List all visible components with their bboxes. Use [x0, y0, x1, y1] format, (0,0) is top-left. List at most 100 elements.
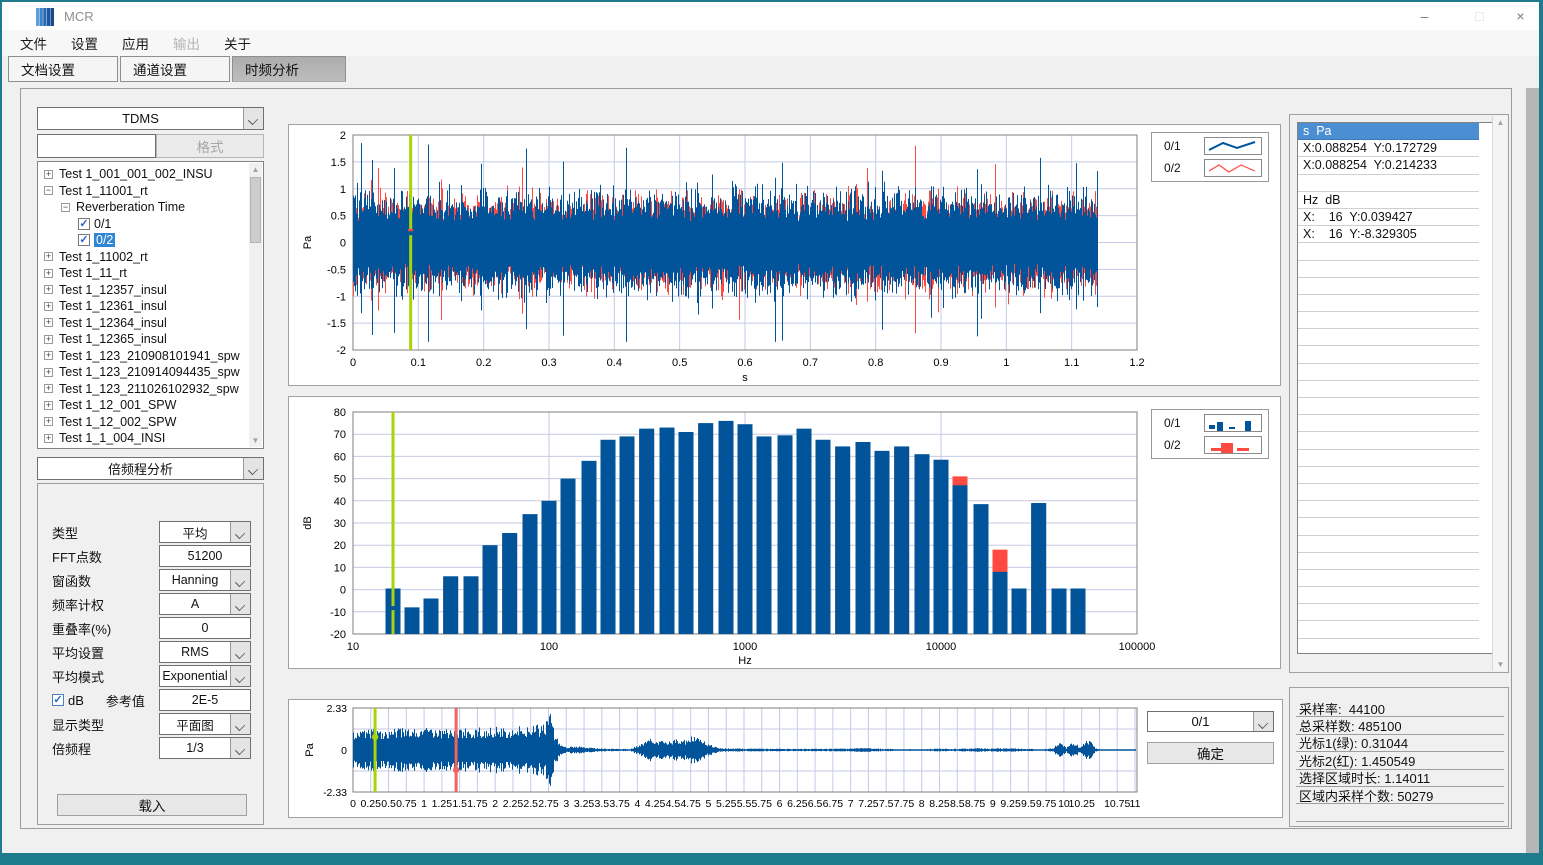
tree-item[interactable]: +Test 1_001_001_002_INSU: [44, 166, 263, 183]
tree-item[interactable]: ✓0/2: [44, 232, 263, 249]
form-select-3[interactable]: A: [159, 593, 251, 615]
scroll-down-icon[interactable]: ▼: [249, 434, 262, 447]
tree-item[interactable]: +Test 1_12361_insul: [44, 298, 263, 315]
chevron-down-icon[interactable]: [230, 714, 250, 734]
menu-item-2[interactable]: 应用: [110, 29, 161, 57]
readout-row[interactable]: [1298, 329, 1479, 346]
tree-item[interactable]: +Test 1_12_002_SPW: [44, 414, 263, 431]
overview-channel-select[interactable]: 0/1: [1147, 711, 1274, 732]
channel-checkbox[interactable]: ✓: [78, 218, 90, 230]
form-select-2[interactable]: Hanning: [159, 569, 251, 591]
readout-row[interactable]: [1298, 621, 1479, 638]
db-checkbox[interactable]: ✓: [52, 694, 64, 706]
legend-item[interactable]: 0/1: [1152, 135, 1268, 157]
readout-row[interactable]: X:0.088254 Y:0.172729: [1298, 140, 1479, 157]
scroll-down-icon[interactable]: ▼: [1493, 658, 1508, 671]
readout-row[interactable]: [1298, 243, 1479, 260]
readout-row[interactable]: [1298, 467, 1479, 484]
tree-item[interactable]: −Test 1_11001_rt: [44, 183, 263, 200]
tree-item[interactable]: +Test 1_1_004_INSI: [44, 430, 263, 447]
readout-row[interactable]: [1298, 295, 1479, 312]
expand-icon[interactable]: +: [44, 170, 53, 179]
octave-spectrum-chart[interactable]: 80706050403020100-10-2010100100010000100…: [289, 397, 1282, 670]
readout-row[interactable]: [1298, 175, 1479, 192]
chevron-down-icon[interactable]: [230, 570, 250, 590]
expand-icon[interactable]: +: [44, 318, 53, 327]
readout-row[interactable]: [1298, 312, 1479, 329]
readout-row[interactable]: [1298, 536, 1479, 553]
readout-row[interactable]: [1298, 415, 1479, 432]
tree-item[interactable]: −Reverberation Time: [44, 199, 263, 216]
form-input-1[interactable]: 51200: [159, 545, 251, 567]
file-format-select[interactable]: TDMS: [37, 107, 264, 130]
readout-row[interactable]: X: 16 Y:0.039427: [1298, 209, 1479, 226]
readout-row[interactable]: X:0.088254 Y:0.214233: [1298, 157, 1479, 174]
readout-row[interactable]: [1298, 484, 1479, 501]
readout-row[interactable]: [1298, 501, 1479, 518]
expand-icon[interactable]: +: [44, 368, 53, 377]
filter-input[interactable]: [37, 134, 156, 158]
readout-row[interactable]: Hz dB: [1298, 192, 1479, 209]
tab-通道设置[interactable]: 通道设置: [120, 56, 230, 82]
readout-row[interactable]: X: 16 Y:-8.329305: [1298, 226, 1479, 243]
collapse-icon[interactable]: −: [61, 203, 70, 212]
tree-item[interactable]: +Test 1_25度0: [44, 447, 263, 450]
format-button[interactable]: 格式: [156, 134, 264, 158]
tree-scrollbar[interactable]: ▲ ▼: [249, 163, 262, 447]
expand-icon[interactable]: +: [44, 285, 53, 294]
tree-item[interactable]: +Test 1_123_210908101941_spw: [44, 348, 263, 365]
scroll-up-icon[interactable]: ▲: [249, 163, 262, 176]
chevron-down-icon[interactable]: [230, 522, 250, 542]
legend-item[interactable]: 0/2: [1152, 434, 1268, 456]
readout-scrollbar[interactable]: ▲ ▼: [1492, 116, 1507, 671]
tree-item[interactable]: +Test 1_11_rt: [44, 265, 263, 282]
minimize-button[interactable]: –: [1402, 2, 1447, 30]
form-select-8[interactable]: 平面图: [159, 713, 251, 735]
expand-icon[interactable]: +: [44, 302, 53, 311]
readout-row[interactable]: [1298, 398, 1479, 415]
chevron-down-icon[interactable]: [1253, 712, 1273, 731]
chevron-down-icon[interactable]: [243, 108, 263, 129]
readout-row[interactable]: [1298, 364, 1479, 381]
tree-item[interactable]: +Test 1_12365_insul: [44, 331, 263, 348]
legend-item[interactable]: 0/1: [1152, 412, 1268, 434]
tree-item[interactable]: ✓0/1: [44, 216, 263, 233]
readout-row[interactable]: [1298, 450, 1479, 467]
readout-row[interactable]: [1298, 553, 1479, 570]
menu-item-0[interactable]: 文件: [8, 29, 59, 57]
form-input-7[interactable]: 2E-5: [159, 689, 251, 711]
expand-icon[interactable]: +: [44, 252, 53, 261]
confirm-button[interactable]: 确定: [1147, 742, 1274, 764]
legend-item[interactable]: 0/2: [1152, 157, 1268, 179]
expand-icon[interactable]: +: [44, 335, 53, 344]
menu-item-3[interactable]: 输出: [161, 29, 212, 57]
form-select-9[interactable]: 1/3: [159, 737, 251, 759]
readout-row[interactable]: [1298, 346, 1479, 363]
form-select-6[interactable]: Exponential: [159, 665, 251, 687]
tree-item[interactable]: +Test 1_12364_insul: [44, 315, 263, 332]
tree-item[interactable]: +Test 1_123_211026102932_spw: [44, 381, 263, 398]
tree-item[interactable]: +Test 1_123_210914094435_spw: [44, 364, 263, 381]
readout-row[interactable]: [1298, 432, 1479, 449]
readout-row[interactable]: [1298, 381, 1479, 398]
channel-checkbox[interactable]: ✓: [78, 234, 90, 246]
readout-row[interactable]: [1298, 587, 1479, 604]
chevron-down-icon[interactable]: [230, 594, 250, 614]
file-tree[interactable]: +Test 1_001_001_002_INSU−Test 1_11001_rt…: [37, 161, 264, 449]
tree-item[interactable]: +Test 1_11002_rt: [44, 249, 263, 266]
readout-row[interactable]: [1298, 518, 1479, 535]
chevron-down-icon[interactable]: [230, 666, 250, 686]
load-button[interactable]: 载入: [57, 794, 247, 816]
chevron-down-icon[interactable]: [230, 738, 250, 758]
expand-icon[interactable]: +: [44, 434, 53, 443]
scroll-up-icon[interactable]: ▲: [1493, 116, 1508, 129]
form-select-5[interactable]: RMS: [159, 641, 251, 663]
chevron-down-icon[interactable]: [230, 642, 250, 662]
chevron-down-icon[interactable]: [243, 458, 263, 479]
readout-list[interactable]: s PaX:0.088254 Y:0.172729X:0.088254 Y:0.…: [1297, 122, 1495, 654]
tab-时频分析[interactable]: 时频分析: [232, 56, 346, 82]
readout-row[interactable]: [1298, 278, 1479, 295]
analysis-type-select[interactable]: 倍频程分析: [37, 457, 264, 480]
close-button[interactable]: ×: [1498, 2, 1543, 30]
expand-icon[interactable]: +: [44, 417, 53, 426]
